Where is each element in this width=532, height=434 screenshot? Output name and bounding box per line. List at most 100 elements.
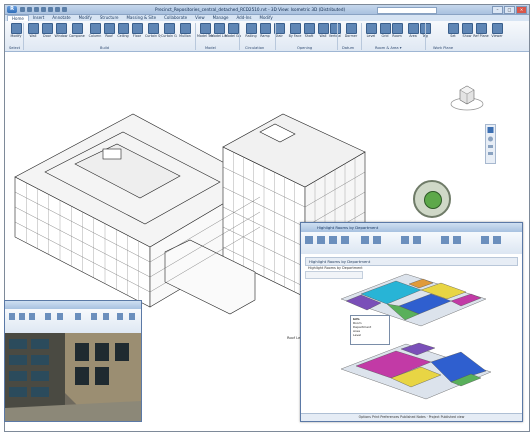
tool-vertical-button[interactable]: Vertical [327,23,343,42]
tool-label: Dormer [344,34,358,38]
tool-label: Modify [10,34,22,38]
rendering-ribbon-icons[interactable] [5,309,141,333]
panel-divider [361,23,362,50]
tool-viewer-button[interactable]: Viewer [489,23,505,42]
photorealistic-rendering [5,333,141,421]
tool-label: Vertical [328,34,342,38]
save-icon[interactable] [27,7,32,12]
viewcube-icon[interactable] [450,82,484,112]
print-icon[interactable] [48,7,53,12]
mullion-icon [179,23,191,34]
close-button[interactable]: × [516,6,527,14]
tool-label: Viewer [491,34,503,38]
tool-ref-plane-button[interactable]: Ref Plane [473,23,489,42]
steering-wheel-center[interactable] [424,191,442,209]
shaft-icon [303,23,315,34]
tool-label: Component [69,34,85,38]
tool-dormer-button[interactable]: Dormer [343,23,359,42]
inset-ribbon-icons[interactable] [301,232,522,254]
3d-view-icon[interactable] [62,7,67,12]
door-icon [41,23,53,34]
panel-divider [239,23,240,50]
ramp-icon [259,23,271,34]
rendering-title-bar [5,301,141,309]
curtain-system-icon [147,23,159,34]
application-menu-button[interactable]: R [7,6,17,13]
screen: R Precinct_Repositories_central_detached… [0,0,532,434]
tool-label: Floor [132,34,142,38]
model-group-icon [227,23,239,34]
vertical-icon [329,23,341,34]
tool-stair-button[interactable]: Stair [271,23,287,42]
panel-work-plane[interactable]: Work Plane [433,45,453,51]
search-input[interactable] [377,6,437,14]
ref-plane-icon [475,23,487,34]
tool-component-button[interactable]: Component [69,23,85,42]
tool-room-button[interactable]: Room [389,23,405,42]
floor-plans-3d[interactable] [301,254,522,414]
show-icon [461,23,473,34]
column-icon [89,23,101,34]
room-icon [391,23,403,34]
quick-access-toolbar [20,7,67,12]
panel-room-area[interactable]: Room & Area ▾ [375,45,402,51]
tool-label: Stair [275,34,283,38]
panel-divider [195,23,196,50]
panel-divider [425,23,426,50]
inset-ribbon [301,232,522,255]
ceiling-icon [117,23,129,34]
inset-status-bar: Options Print Preferences Published Note… [301,413,522,421]
navigation-bar [485,124,496,164]
cursor-arrow-icon [10,23,22,34]
panel-build[interactable]: Build [100,45,109,51]
inset-title-bar: Highlight Rooms by Department [301,223,522,232]
tool-mullion-button[interactable]: Mullion [177,23,193,42]
wall-icon [27,23,39,34]
model-text-icon [199,23,211,34]
minimize-button[interactable]: – [492,6,503,14]
tool-label: Curtain System [145,34,161,38]
panel-divider [337,23,338,50]
redo-icon[interactable] [41,7,46,12]
panel-divider [23,23,24,50]
rendering-ribbon [5,309,141,334]
tool-curtain-grid-button[interactable]: Curtain Grid [161,23,177,42]
panel-circulation[interactable]: Circulation [245,45,264,51]
tool-label: Room [392,34,402,38]
floor-icon [131,23,143,34]
navigation-bar-icons[interactable] [486,125,495,163]
popup-line: Level [353,333,361,337]
railing-icon [245,23,257,34]
tool-cursor-arrow-button[interactable]: Modify [8,23,24,42]
curtain-grid-icon [163,23,175,34]
tool-label: Curtain Grid [161,34,177,38]
inset-window-highlight-rooms: Highlight Rooms by Department Highlight … [300,222,523,422]
set-icon [447,23,459,34]
component-icon [71,23,83,34]
tool-label: Ref Plane [473,34,489,38]
measure-icon[interactable] [55,7,60,12]
panel-divider [275,23,276,50]
tool-label: Mullion [179,34,191,38]
open-icon[interactable] [20,7,25,12]
undo-icon[interactable] [34,7,39,12]
inset-window-rendering [4,300,142,422]
window-controls: – □ × [492,6,527,14]
ribbon: ModifyWallDoorWindowComponentColumnRoofC… [5,21,529,52]
tool-window-button[interactable]: Window [53,23,69,42]
window-icon [55,23,67,34]
tool-label: Window [54,34,68,38]
ribbon-panel-titles: Select Build Model Circulation Opening D… [5,45,529,51]
panel-opening[interactable]: Opening [297,45,312,51]
tool-floor-button[interactable]: Floor [129,23,145,42]
panel-model[interactable]: Model [205,45,216,51]
steering-wheel-icon[interactable] [413,180,451,218]
ribbon-tools: ModifyWallDoorWindowComponentColumnRoofC… [5,22,529,43]
panel-select[interactable]: Select [9,45,20,51]
maximize-button[interactable]: □ [504,6,515,14]
tool-curtain-system-button[interactable]: Curtain System [145,23,161,42]
panel-datum[interactable]: Datum [342,45,354,51]
dormer-icon [345,23,357,34]
by-face-icon [289,23,301,34]
model-line-icon [213,23,225,34]
